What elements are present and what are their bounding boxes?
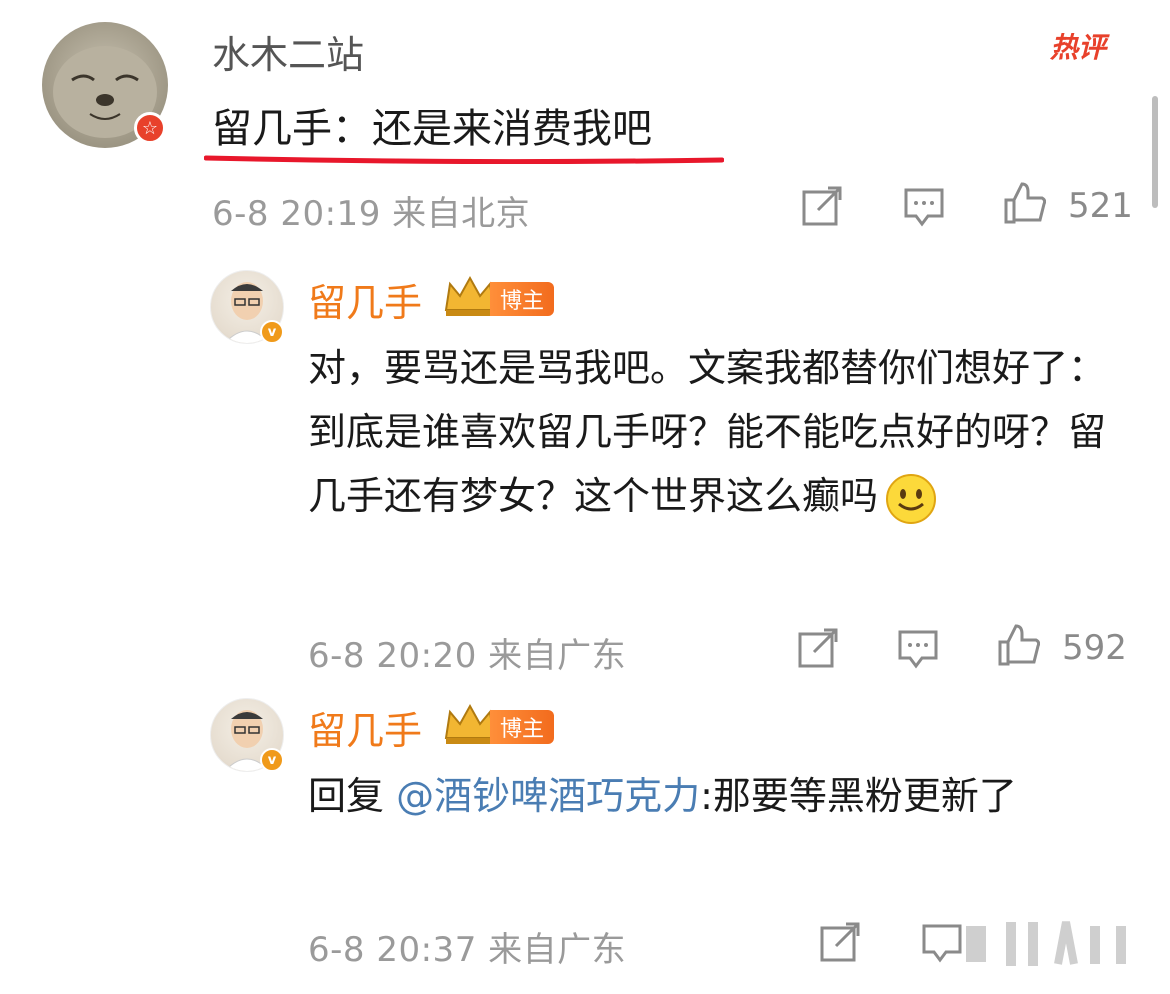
like-icon[interactable]: [996, 622, 1040, 666]
comment-meta: 6-8 20:19 来自北京: [212, 186, 530, 235]
reply-text: 回复 @酒钞啤酒巧克力:那要等黑粉更新了: [308, 764, 1108, 828]
reply-text-content: :那要等黑粉更新了: [700, 774, 1017, 818]
hot-comment-label: 热评: [1050, 31, 1107, 64]
scrollbar[interactable]: [1152, 96, 1158, 208]
comment-time: 6-8 20:19: [212, 194, 381, 234]
reply-location: 来自广东: [488, 636, 627, 676]
share-icon[interactable]: [796, 626, 840, 670]
reply-text-content: 对，要骂还是骂我吧。文案我都替你们想好了：到底是谁喜欢留几手呀？能不能吃点好的呀…: [308, 346, 1107, 518]
verified-v-badge: v: [260, 748, 284, 772]
reply-prefix: 回复: [308, 774, 397, 818]
reply-meta: 6-8 20:37 来自广东: [308, 922, 626, 971]
reply-time: 6-8 20:20: [308, 636, 477, 676]
verified-star-badge: ☆: [134, 112, 166, 144]
share-icon[interactable]: [818, 920, 862, 964]
comment-icon[interactable]: [896, 626, 940, 670]
reply-time: 6-8 20:37: [308, 930, 477, 970]
reply-username[interactable]: 留几手: [308, 272, 422, 327]
comment-location: 来自北京: [392, 194, 531, 234]
comment-text: 留几手：还是来消费我吧: [212, 106, 652, 152]
comment-icon[interactable]: [920, 920, 964, 964]
comment-icon[interactable]: [902, 184, 946, 228]
like-icon[interactable]: [1002, 180, 1046, 224]
reply-location: 来自广东: [488, 930, 627, 970]
commenter-username[interactable]: 水木二站: [212, 24, 364, 79]
like-count: 592: [1062, 628, 1127, 668]
reply-meta: 6-8 20:20 来自广东: [308, 628, 626, 677]
red-underline-annotation: [204, 155, 724, 164]
blogger-tag: 博主: [490, 710, 555, 744]
mention-link[interactable]: @酒钞啤酒巧克力: [396, 774, 700, 818]
blogger-tag: 博主: [490, 282, 555, 316]
share-icon[interactable]: [800, 184, 844, 228]
reply-text: 对，要骂还是骂我吧。文案我都替你们想好了：到底是谁喜欢留几手呀？能不能吃点好的呀…: [308, 336, 1118, 528]
like-count: 521: [1068, 186, 1133, 226]
smiley-emoji: [886, 473, 937, 524]
watermark-overlay: [966, 921, 1126, 966]
reply-username[interactable]: 留几手: [308, 700, 422, 755]
verified-v-badge: v: [260, 320, 284, 344]
